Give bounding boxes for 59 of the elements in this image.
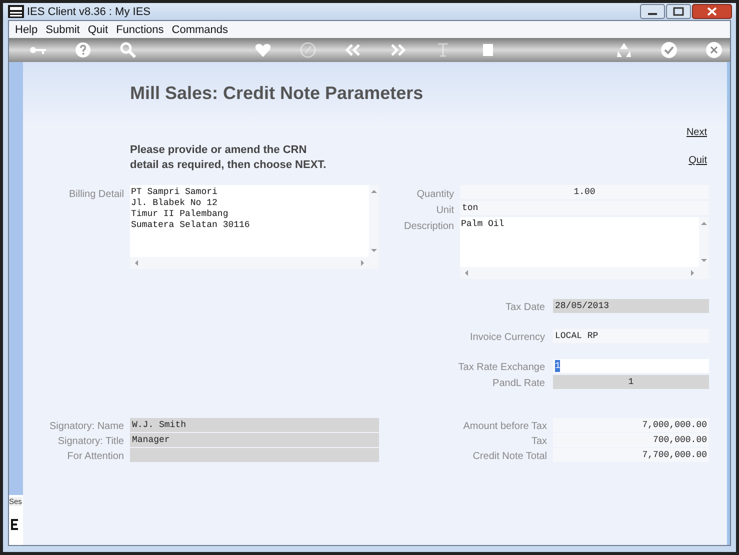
field-label: Quantity	[416, 188, 454, 200]
scroll-down-icon[interactable]	[371, 248, 377, 253]
text-field[interactable]: W.J. Smith	[130, 418, 379, 432]
link[interactable]: Quit	[688, 155, 707, 166]
field-label: Unit	[435, 204, 454, 216]
minimize-button[interactable]	[640, 4, 665, 19]
text-field[interactable]: 1.00	[460, 185, 709, 199]
page-title: Mill Sales: Credit Note Parameters	[130, 83, 424, 104]
heart-icon[interactable]	[254, 41, 272, 59]
scroll-right-icon[interactable]	[360, 260, 365, 266]
check-icon[interactable]	[660, 41, 678, 59]
scroll-down-icon[interactable]	[701, 258, 707, 263]
close-icon[interactable]	[704, 41, 722, 59]
window-title: IES Client v8.36 : My IES	[27, 6, 150, 18]
session-icon[interactable]	[11, 519, 18, 530]
link[interactable]: Next	[686, 127, 707, 138]
help-icon[interactable]	[74, 41, 92, 59]
close-button[interactable]	[692, 4, 732, 19]
menu-item[interactable]: Commands	[168, 24, 232, 36]
menu-item[interactable]: Submit	[42, 24, 84, 36]
instruction-text: detail as required, then choose NEXT.	[130, 158, 326, 173]
field-label: Tax Rate Exchange	[457, 361, 545, 374]
scroll-up-icon[interactable]	[701, 221, 707, 226]
restore-button[interactable]	[666, 4, 691, 19]
field-label: For Attention	[66, 450, 124, 462]
text-field[interactable]: 700,000.00	[553, 433, 709, 447]
field-label: Invoice Currency	[468, 331, 545, 344]
field-label: Tax Date	[504, 301, 545, 314]
field-label: Signatory: Name	[48, 420, 124, 432]
scroll-left-icon[interactable]	[464, 270, 469, 276]
text-field[interactable]: ton	[460, 201, 709, 215]
text-field[interactable]: 7,000,000.00	[553, 418, 709, 432]
scroll-up-icon[interactable]	[371, 189, 377, 194]
text-area[interactable]: PT Sampri Samori Jl. Blabek No 12 Timur II Palembang Sumatera Selatan 30116	[130, 185, 379, 269]
text-field[interactable]	[130, 448, 379, 462]
field-label: Tax	[530, 435, 547, 447]
menu-item[interactable]: Functions	[112, 24, 168, 36]
text-field[interactable]: LOCAL RP	[553, 329, 709, 343]
app-icon	[8, 5, 24, 18]
text-field[interactable]: 28/05/2013	[553, 299, 709, 313]
text-field[interactable]: 7,700,000.00	[553, 448, 709, 462]
field-label: PandL Rate	[492, 377, 545, 390]
field-label: Billing Detail	[68, 188, 124, 200]
text-field[interactable]: Manager	[130, 433, 379, 447]
menu-item[interactable]: Help	[11, 24, 42, 36]
text-area-content: Palm Oil	[460, 217, 699, 267]
field-label: Description	[402, 220, 454, 232]
field-label: Credit Note Total	[472, 450, 547, 462]
field-label: Signatory: Title	[56, 435, 124, 447]
search-icon[interactable]	[118, 41, 136, 59]
text-area-content: PT Sampri Samori Jl. Blabek No 12 Timur II Palembang Sumatera Selatan 30116	[130, 185, 369, 257]
text-field[interactable]: 1	[553, 359, 709, 373]
text-area[interactable]: Palm Oil	[460, 217, 709, 279]
instruction-text: Please provide or amend the CRN	[130, 143, 308, 158]
field-label: Amount before Tax	[462, 420, 547, 432]
scroll-left-icon[interactable]	[134, 260, 139, 266]
menu-item[interactable]: Quit	[84, 24, 112, 36]
text-field[interactable]: 1	[553, 375, 709, 389]
scroll-right-icon[interactable]	[690, 270, 695, 276]
